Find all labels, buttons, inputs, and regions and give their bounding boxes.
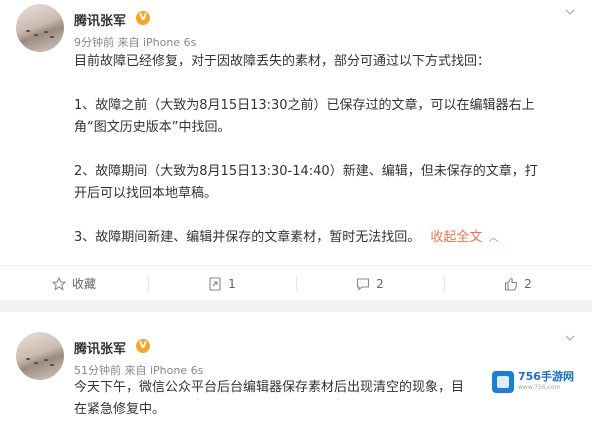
comment-button[interactable]: 2 — [296, 266, 444, 301]
watermark-title: 756手游网 — [518, 370, 574, 383]
weibo-post-card: 腾讯张军 V 9分钟前 来自 iPhone 6s 目前故障已经修复，对于因故障丢… — [0, 0, 592, 300]
repost-icon — [209, 276, 221, 291]
star-icon — [51, 276, 66, 291]
favorite-button[interactable]: 收藏 — [0, 266, 148, 301]
chevron-down-icon[interactable] — [564, 6, 576, 18]
username[interactable]: 腾讯张军 — [74, 10, 126, 29]
comment-count: 2 — [376, 276, 384, 291]
comment-icon — [357, 277, 370, 291]
post-text: 目前故障已经修复，对于因故障丢失的素材，部分可通过以下方式找回： 1、故障之前（… — [74, 51, 578, 250]
post-meta[interactable]: 51分钟前 来自 iPhone 6s — [74, 362, 203, 378]
like-button[interactable]: 2 — [444, 266, 592, 301]
weibo-post-card: 腾讯张军 V 51分钟前 来自 iPhone 6s 今天下午，微信公众平台后台编… — [0, 312, 592, 421]
verified-icon: V — [136, 339, 150, 353]
avatar[interactable] — [16, 332, 64, 380]
repost-count: 1 — [228, 276, 236, 291]
post-line: 1、故障之前（大致为8月15日13:30之前）已保存过的文章，可以在编辑器右上 — [74, 98, 535, 113]
post-actions: 收藏 1 2 2 — [0, 265, 592, 301]
collapse-link[interactable]: 收起全文 — [430, 230, 482, 245]
post-line: 3、故障期间新建、编辑并保存的文章素材，暂时无法找回。 收起全文 ︿ — [74, 227, 578, 250]
watermark: 756手游网 www.756.com — [492, 368, 582, 396]
chevron-up-icon[interactable]: ︿ — [488, 233, 498, 244]
post-line: 2、故障期间（大致为8月15日13:30-14:40）新建、编辑，但未保存的文章… — [74, 164, 538, 179]
watermark-logo-icon — [492, 371, 514, 393]
chevron-down-icon[interactable] — [564, 332, 576, 344]
verified-icon: V — [136, 11, 150, 25]
post-line: 在紧急修复中。 — [74, 402, 166, 417]
repost-button[interactable]: 1 — [148, 266, 296, 301]
post-line: 开后可以找回本地草稿。 — [74, 186, 218, 201]
like-icon — [505, 277, 518, 291]
post-line: 角“图文历史版本”中找回。 — [74, 120, 231, 135]
post-meta[interactable]: 9分钟前 来自 iPhone 6s — [74, 34, 196, 50]
avatar[interactable] — [16, 4, 64, 52]
post-line-text: 3、故障期间新建、编辑并保存的文章素材，暂时无法找回。 — [74, 230, 421, 245]
favorite-label: 收藏 — [71, 277, 96, 291]
watermark-url: www.756.com — [518, 384, 561, 391]
like-count: 2 — [524, 276, 532, 291]
post-line: 目前故障已经修复，对于因故障丢失的素材，部分可通过以下方式找回： — [74, 54, 491, 69]
username[interactable]: 腾讯张军 — [74, 338, 126, 357]
